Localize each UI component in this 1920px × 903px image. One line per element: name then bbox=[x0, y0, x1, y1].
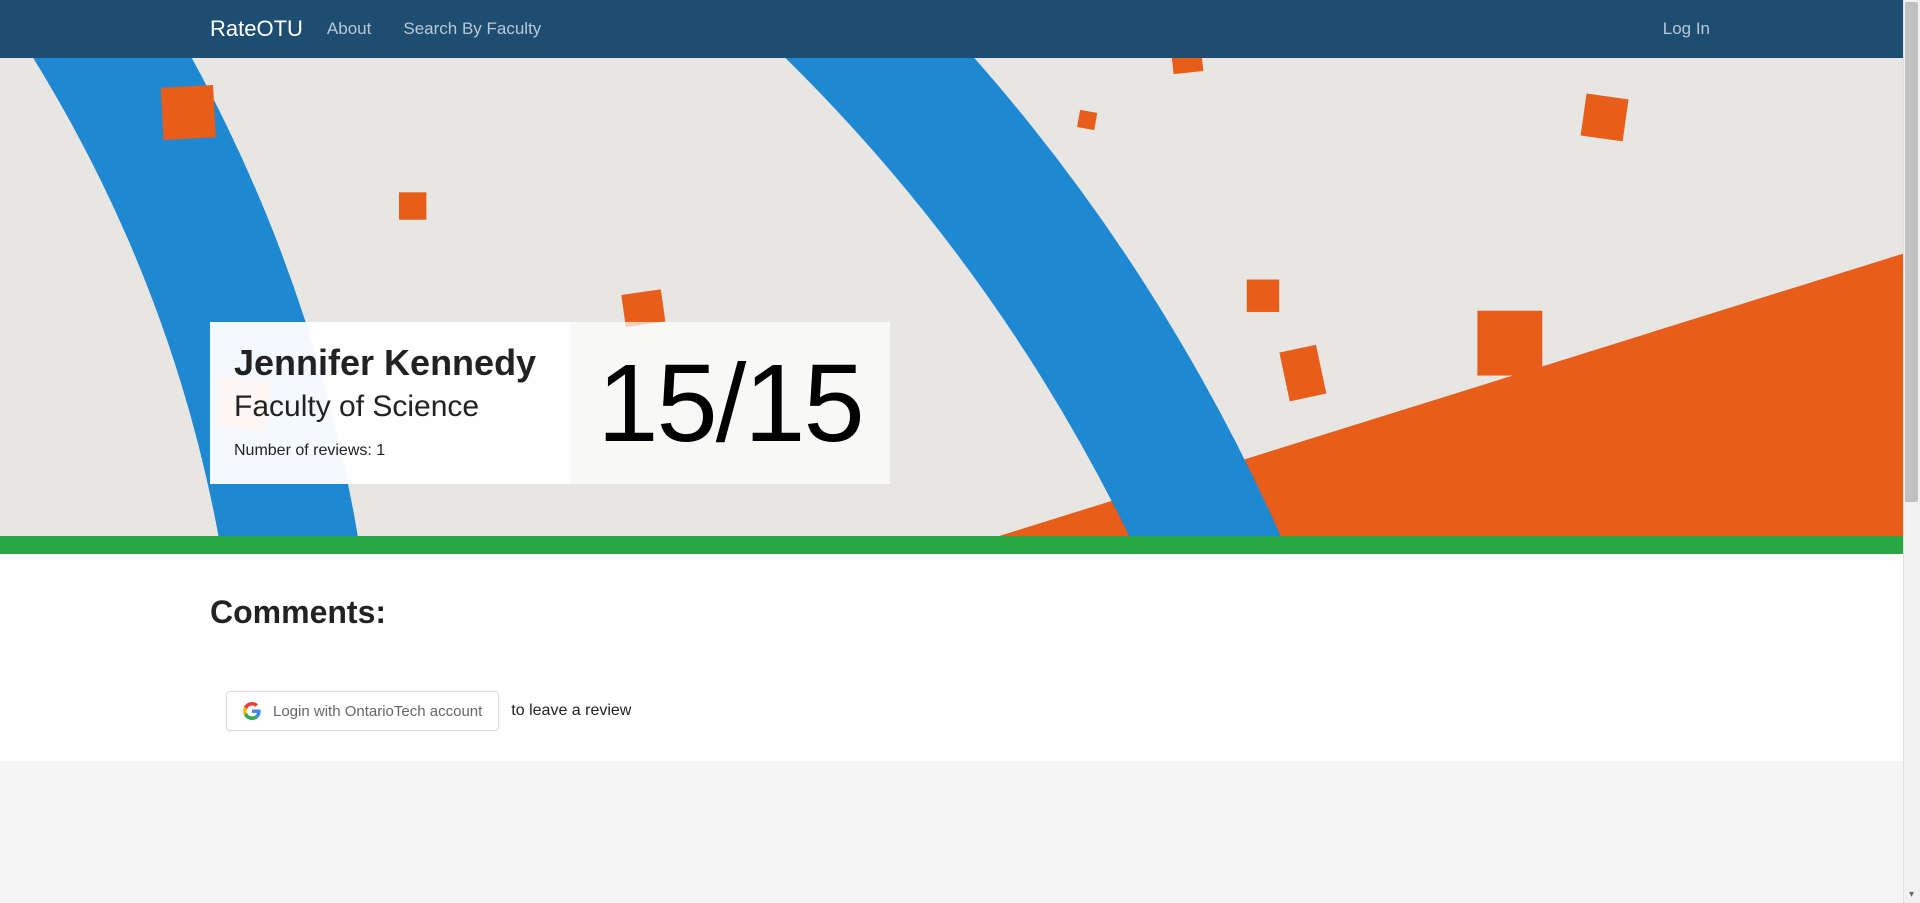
score-box: 15/15 bbox=[570, 322, 890, 484]
scrollbar[interactable]: ▴ ▾ bbox=[1903, 0, 1920, 903]
professor-name: Jennifer Kennedy bbox=[234, 342, 546, 384]
professor-faculty: Faculty of Science bbox=[234, 390, 546, 424]
comments-heading: Comments: bbox=[210, 594, 1710, 631]
login-suffix-text: to leave a review bbox=[511, 702, 631, 720]
reviews-count: Number of reviews: 1 bbox=[234, 442, 546, 460]
divider-green bbox=[0, 536, 1920, 554]
hero-banner: Jennifer Kennedy Faculty of Science Numb… bbox=[0, 58, 1920, 536]
google-login-label: Login with OntarioTech account bbox=[273, 703, 482, 720]
navbar: RateOTU About Search By Faculty Log In bbox=[0, 0, 1920, 58]
nav-search-faculty[interactable]: Search By Faculty bbox=[395, 19, 549, 39]
professor-info-box: Jennifer Kennedy Faculty of Science Numb… bbox=[210, 322, 570, 484]
google-login-button[interactable]: Login with OntarioTech account bbox=[226, 691, 499, 731]
login-row: Login with OntarioTech account to leave … bbox=[226, 691, 1710, 731]
brand-link[interactable]: RateOTU bbox=[210, 16, 303, 42]
content-area: Comments: Login with OntarioTech account… bbox=[0, 554, 1920, 761]
score-value: 15/15 bbox=[597, 340, 862, 467]
google-icon bbox=[243, 702, 261, 720]
nav-login[interactable]: Log In bbox=[1663, 19, 1710, 39]
nav-left: RateOTU About Search By Faculty bbox=[210, 16, 549, 42]
scrollbar-thumb[interactable] bbox=[1905, 2, 1918, 502]
scrollbar-down-icon[interactable]: ▾ bbox=[1903, 886, 1920, 903]
nav-about[interactable]: About bbox=[319, 19, 379, 39]
professor-info-wrap: Jennifer Kennedy Faculty of Science Numb… bbox=[210, 322, 890, 484]
